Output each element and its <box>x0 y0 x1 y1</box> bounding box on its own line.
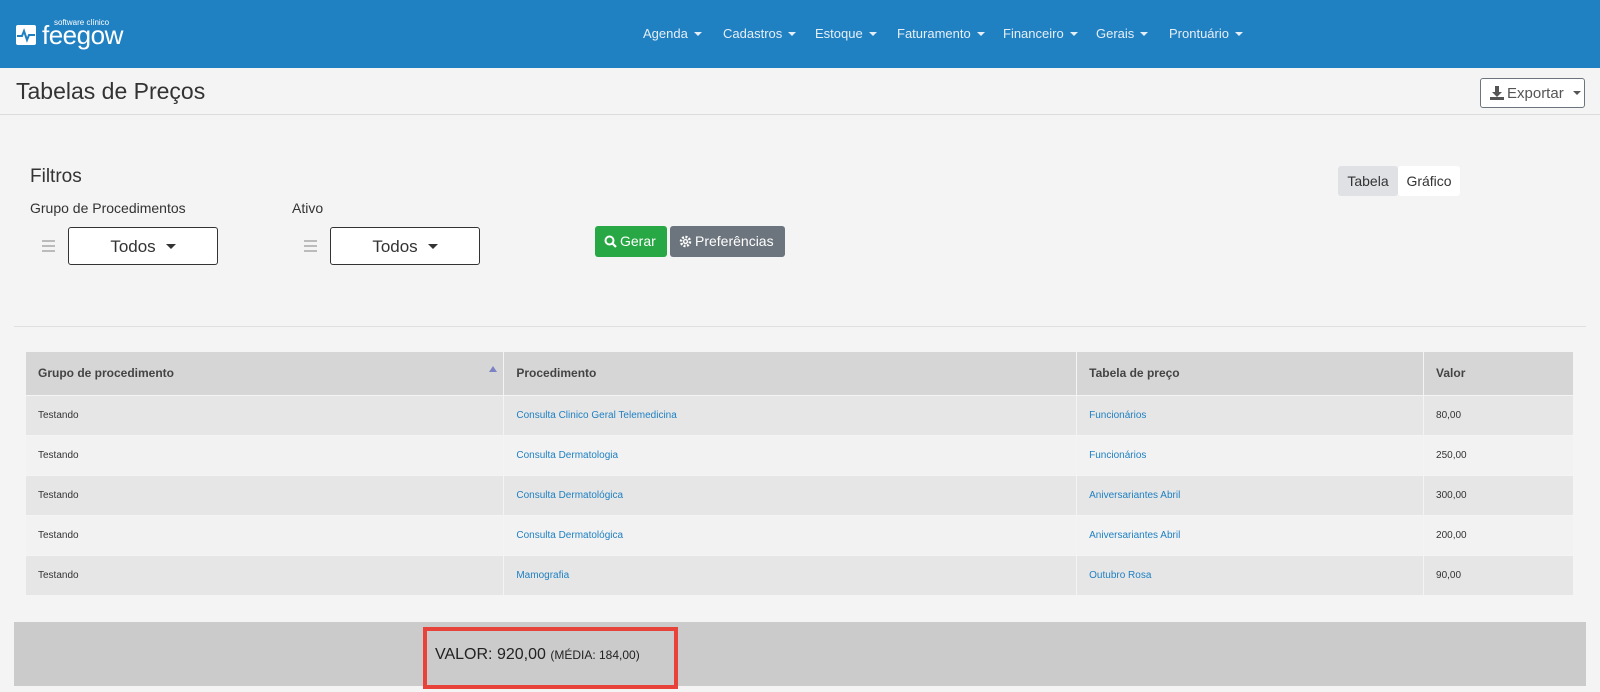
drag-handle-icon[interactable] <box>304 240 317 252</box>
chevron-down-icon <box>868 31 877 36</box>
chevron-down-icon <box>1069 31 1078 36</box>
nav-financeiro[interactable]: Financeiro <box>1003 26 1078 41</box>
column-header-label: Tabela de preço <box>1089 366 1180 381</box>
page-header: Tabelas de Preços Exportar <box>0 68 1600 115</box>
cell-valor: 200,00 <box>1423 514 1574 555</box>
cell-grupo: Testando <box>26 434 505 475</box>
cell-procedimento-link[interactable]: Consulta Dermatológica <box>503 514 1078 555</box>
table-row: Testando Mamografia Outubro Rosa 90,00 <box>26 554 1574 595</box>
cell-procedimento-link[interactable]: Mamografia <box>503 554 1078 595</box>
top-navbar: software clínico feegow Agenda Cadastros… <box>0 0 1600 68</box>
nav-label: Estoque <box>815 26 863 41</box>
tab-tabela[interactable]: Tabela <box>1338 166 1398 196</box>
cell-procedimento-link[interactable]: Consulta Dermatológica <box>503 474 1078 515</box>
valor-amount: 920,00 <box>496 646 546 663</box>
chevron-down-icon <box>1140 31 1149 36</box>
chevron-down-icon <box>693 31 702 36</box>
group-select[interactable]: Todos <box>68 227 218 265</box>
column-header-label: Grupo de procedimento <box>38 366 175 381</box>
summary-bar <box>14 622 1586 686</box>
chevron-down-icon <box>165 244 176 250</box>
valor-label: VALOR: <box>435 646 493 663</box>
preferencias-button[interactable]: Preferências <box>670 226 785 257</box>
nav-cadastros[interactable]: Cadastros <box>723 26 797 41</box>
chevron-down-icon <box>976 31 985 36</box>
column-header-label: Procedimento <box>516 366 597 381</box>
summary-total: VALOR: 920,00 (MÉDIA: 184,00) <box>435 646 640 664</box>
cell-valor: 90,00 <box>1423 554 1574 595</box>
nav-label: Faturamento <box>897 26 971 41</box>
pulse-icon <box>16 25 36 45</box>
tab-grafico[interactable]: Gráfico <box>1398 166 1460 196</box>
table-row: Testando Consulta Dermatologia Funcionár… <box>26 434 1574 475</box>
chevron-down-icon <box>427 244 438 250</box>
prices-table: Grupo de procedimento Procedimento Tabel… <box>26 352 1574 595</box>
chevron-down-icon <box>788 31 797 36</box>
media-amount: (MÉDIA: 184,00) <box>550 648 640 662</box>
cell-procedimento-link[interactable]: Consulta Clinico Geral Telemedicina <box>503 394 1078 435</box>
gerar-label: Gerar <box>620 233 656 249</box>
export-label: Exportar <box>1507 85 1564 102</box>
search-icon <box>604 235 617 248</box>
cell-valor: 300,00 <box>1423 474 1574 515</box>
nav-label: Cadastros <box>723 26 783 41</box>
drag-handle-icon[interactable] <box>42 240 55 252</box>
nav-label: Gerais <box>1096 26 1135 41</box>
cell-tabela-link[interactable]: Aniversariantes Abril <box>1076 474 1425 515</box>
nav-faturamento[interactable]: Faturamento <box>897 26 985 41</box>
cell-procedimento-link[interactable]: Consulta Dermatologia <box>503 434 1078 475</box>
section-divider <box>14 326 1586 327</box>
cell-tabela-link[interactable]: Outubro Rosa <box>1076 554 1425 595</box>
cell-grupo: Testando <box>26 554 505 595</box>
ativo-select-value: Todos <box>372 237 418 256</box>
cell-valor: 80,00 <box>1423 394 1574 435</box>
gear-icon <box>679 235 692 248</box>
chevron-down-icon <box>1572 91 1581 96</box>
cell-tabela-link[interactable]: Aniversariantes Abril <box>1076 514 1425 555</box>
logo-wordmark: feegow <box>42 20 123 50</box>
cell-tabela-link[interactable]: Funcionários <box>1076 434 1425 475</box>
cell-valor: 250,00 <box>1423 434 1574 475</box>
preferencias-label: Preferências <box>695 233 774 249</box>
chevron-down-icon <box>1234 31 1243 36</box>
download-icon <box>1490 86 1504 100</box>
table-row: Testando Consulta Dermatológica Aniversa… <box>26 514 1574 555</box>
nav-agenda[interactable]: Agenda <box>643 26 702 41</box>
column-header-label: Valor <box>1436 366 1466 381</box>
nav-prontuario[interactable]: Prontuário <box>1169 26 1243 41</box>
nav-estoque[interactable]: Estoque <box>815 26 877 41</box>
nav-label: Prontuário <box>1169 26 1229 41</box>
column-header-procedimento[interactable]: Procedimento <box>503 352 1078 395</box>
page-title: Tabelas de Preços <box>16 78 206 104</box>
group-filter-label: Grupo de Procedimentos <box>30 200 186 216</box>
group-select-value: Todos <box>110 237 156 256</box>
nav-label: Financeiro <box>1003 26 1064 41</box>
ativo-filter-label: Ativo <box>292 200 324 216</box>
table-row: Testando Consulta Clinico Geral Telemedi… <box>26 394 1574 435</box>
cell-grupo: Testando <box>26 514 505 555</box>
export-button[interactable]: Exportar <box>1480 78 1585 108</box>
gerar-button[interactable]: Gerar <box>595 226 667 257</box>
table-header-row: Grupo de procedimento Procedimento Tabel… <box>26 352 1574 395</box>
sort-asc-icon <box>489 366 498 372</box>
column-header-tabela[interactable]: Tabela de preço <box>1076 352 1425 395</box>
feegow-logo[interactable]: software clínico feegow <box>16 17 126 49</box>
table-row: Testando Consulta Dermatológica Aniversa… <box>26 474 1574 515</box>
ativo-select[interactable]: Todos <box>330 227 480 265</box>
cell-grupo: Testando <box>26 474 505 515</box>
cell-tabela-link[interactable]: Funcionários <box>1076 394 1425 435</box>
nav-label: Agenda <box>643 26 688 41</box>
cell-grupo: Testando <box>26 394 505 435</box>
column-header-grupo[interactable]: Grupo de procedimento <box>26 352 505 395</box>
nav-gerais[interactable]: Gerais <box>1096 26 1149 41</box>
column-header-valor[interactable]: Valor <box>1423 352 1574 395</box>
filters-title: Filtros <box>30 166 82 187</box>
